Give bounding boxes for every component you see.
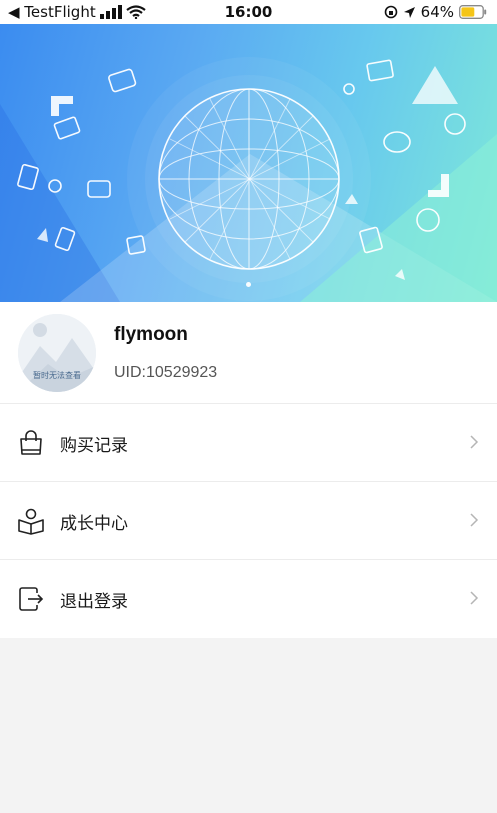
status-bar: ◀ TestFlight 16:00 64% bbox=[0, 0, 497, 24]
menu-item-growth-center[interactable]: 成长中心 bbox=[0, 482, 497, 560]
wireframe-globe bbox=[158, 88, 340, 270]
banner-carousel[interactable] bbox=[0, 24, 497, 302]
avatar-caption: 暂时无法查看 bbox=[33, 371, 81, 380]
tree-icon bbox=[444, 113, 466, 135]
menu-item-label: 成长中心 bbox=[60, 514, 128, 534]
chevron-right-icon bbox=[470, 591, 479, 605]
reading-person-icon bbox=[18, 508, 44, 535]
carousel-indicator bbox=[0, 282, 497, 287]
username: flymoon bbox=[114, 324, 188, 345]
account-menu: 购买记录 成长中心 退出登录 bbox=[0, 404, 497, 638]
orientation-lock-icon bbox=[384, 5, 397, 19]
chevron-right-icon bbox=[470, 513, 479, 527]
video-camera-icon bbox=[108, 68, 137, 93]
small-circle-icon bbox=[343, 83, 355, 95]
location-icon bbox=[403, 6, 415, 18]
photo-icon bbox=[53, 116, 81, 140]
menu-item-logout[interactable]: 退出登录 bbox=[0, 560, 497, 638]
carousel-dot[interactable] bbox=[246, 282, 251, 287]
menu-item-label: 退出登录 bbox=[60, 592, 128, 612]
menu-item-purchase-history[interactable]: 购买记录 bbox=[0, 404, 497, 482]
shopping-bag-icon bbox=[20, 430, 42, 455]
camera-icon bbox=[87, 180, 111, 198]
battery-icon bbox=[459, 5, 487, 19]
banner-illustration bbox=[0, 57, 497, 302]
chevron-right-icon bbox=[470, 435, 479, 449]
tv-icon bbox=[366, 59, 394, 82]
circle-icon bbox=[48, 179, 62, 193]
menu-item-label: 购买记录 bbox=[60, 436, 128, 456]
profile-card: 暂时无法查看 flymoon UID:10529923 bbox=[0, 302, 497, 404]
avatar[interactable]: 暂时无法查看 bbox=[18, 314, 96, 392]
battery-percent: 64% bbox=[420, 3, 454, 21]
user-id: UID:10529923 bbox=[114, 364, 218, 381]
chat-icon bbox=[383, 131, 411, 153]
logout-icon bbox=[19, 587, 44, 611]
